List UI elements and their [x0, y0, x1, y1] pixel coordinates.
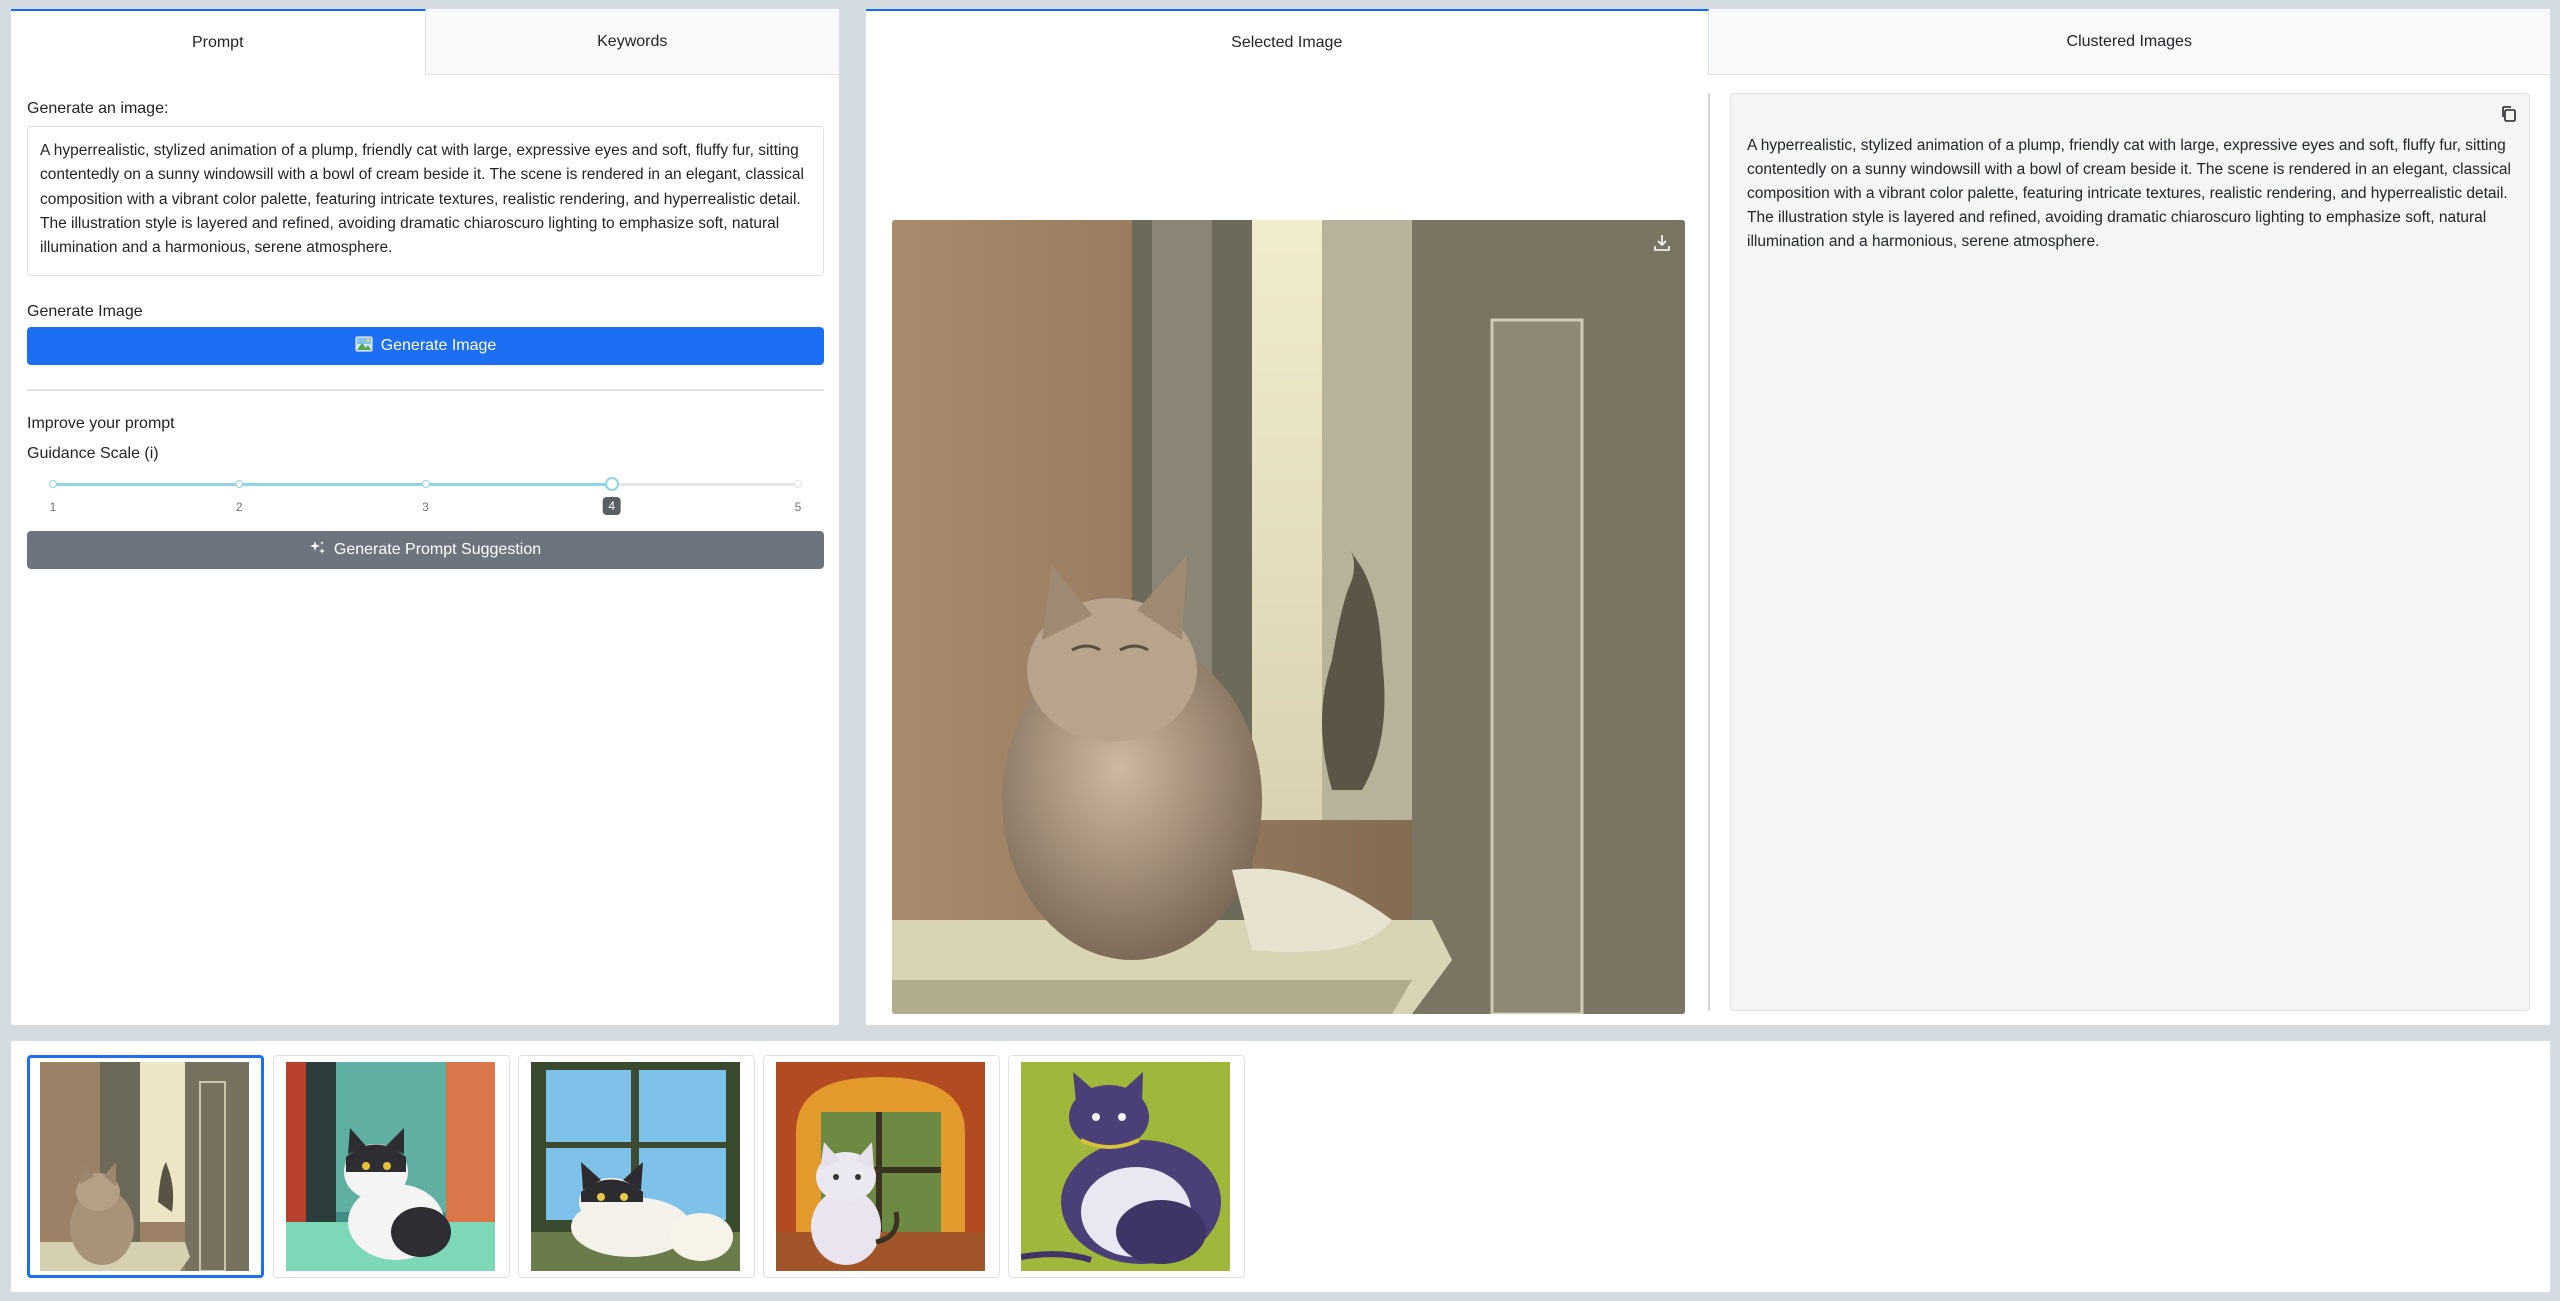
image-icon [354, 335, 373, 357]
tab-keywords[interactable]: Keywords [425, 9, 839, 74]
slider-mark-label: 4 [602, 497, 622, 515]
right-tab-bar: Selected Image Clustered Images [866, 9, 2550, 75]
slider-step-dot[interactable] [794, 480, 802, 488]
tab-clustered-images[interactable]: Clustered Images [1708, 9, 2550, 74]
generate-prompt-suggestion-button[interactable]: Generate Prompt Suggestion [27, 531, 824, 569]
tab-prompt[interactable]: Prompt [11, 9, 426, 75]
thumb-tuxedo-cat-teal [286, 1062, 495, 1271]
slider-fill [53, 483, 612, 486]
download-icon[interactable] [1651, 232, 1673, 254]
thumb-white-cat-orange-window [776, 1062, 985, 1271]
thumb-fluffy-cat-blue-window [531, 1062, 740, 1271]
guidance-scale-slider[interactable]: 1 2 3 4 5 [27, 473, 824, 521]
left-tab-bar: Prompt Keywords [11, 9, 839, 75]
guidance-scale-label: Guidance Scale (i) [27, 445, 159, 462]
prompt-textarea[interactable]: A hyperrealistic, stylized animation of … [27, 126, 824, 276]
magic-sparkle-icon [309, 540, 326, 561]
generate-label: Generate an image: [27, 100, 169, 117]
panel-separator [1708, 93, 1710, 1011]
prompt-form: Generate an image: A hyperrealistic, sty… [11, 75, 839, 594]
prompt-description-text: A hyperrealistic, stylized animation of … [1747, 137, 2511, 250]
gallery-thumb-4[interactable] [763, 1055, 1000, 1278]
thumb-beige-cat-window [40, 1062, 249, 1271]
copy-icon[interactable] [2499, 104, 2519, 124]
prompt-description-box: A hyperrealistic, stylized animation of … [1730, 93, 2530, 1011]
generate-image-button[interactable]: Generate Image [27, 327, 824, 365]
thumb-purple-cat-green [1021, 1062, 1230, 1271]
slider-handle[interactable] [604, 477, 619, 491]
suggestion-button-label: Generate Prompt Suggestion [333, 541, 542, 558]
section-divider [27, 389, 824, 391]
image-panel: Selected Image Clustered Images A hyperr… [865, 8, 2551, 1026]
gallery-thumb-5[interactable] [1008, 1055, 1245, 1278]
slider-mark-label: 1 [49, 500, 57, 514]
generate-image-section-label: Generate Image [27, 303, 143, 320]
slider-mark-label: 3 [422, 500, 429, 514]
slider-mark-label: 2 [235, 500, 243, 514]
gallery-thumb-3[interactable] [518, 1055, 755, 1278]
tab-selected-image[interactable]: Selected Image [866, 9, 1709, 75]
improve-prompt-label: Improve your prompt [27, 415, 175, 432]
selected-cat-image [892, 220, 1685, 1014]
gallery-thumb-1[interactable] [27, 1055, 264, 1278]
gallery-thumb-2[interactable] [273, 1055, 510, 1278]
selected-image-view: A hyperrealistic, stylized animation of … [866, 75, 2550, 1025]
image-gallery [10, 1040, 2551, 1293]
generate-image-button-label: Generate Image [380, 337, 497, 354]
slider-step-dot[interactable] [235, 480, 244, 488]
slider-step-dot[interactable] [421, 480, 430, 488]
prompt-panel: Prompt Keywords Generate an image: A hyp… [10, 8, 840, 1026]
slider-mark-label: 5 [794, 500, 802, 514]
slider-step-dot[interactable] [49, 480, 57, 488]
